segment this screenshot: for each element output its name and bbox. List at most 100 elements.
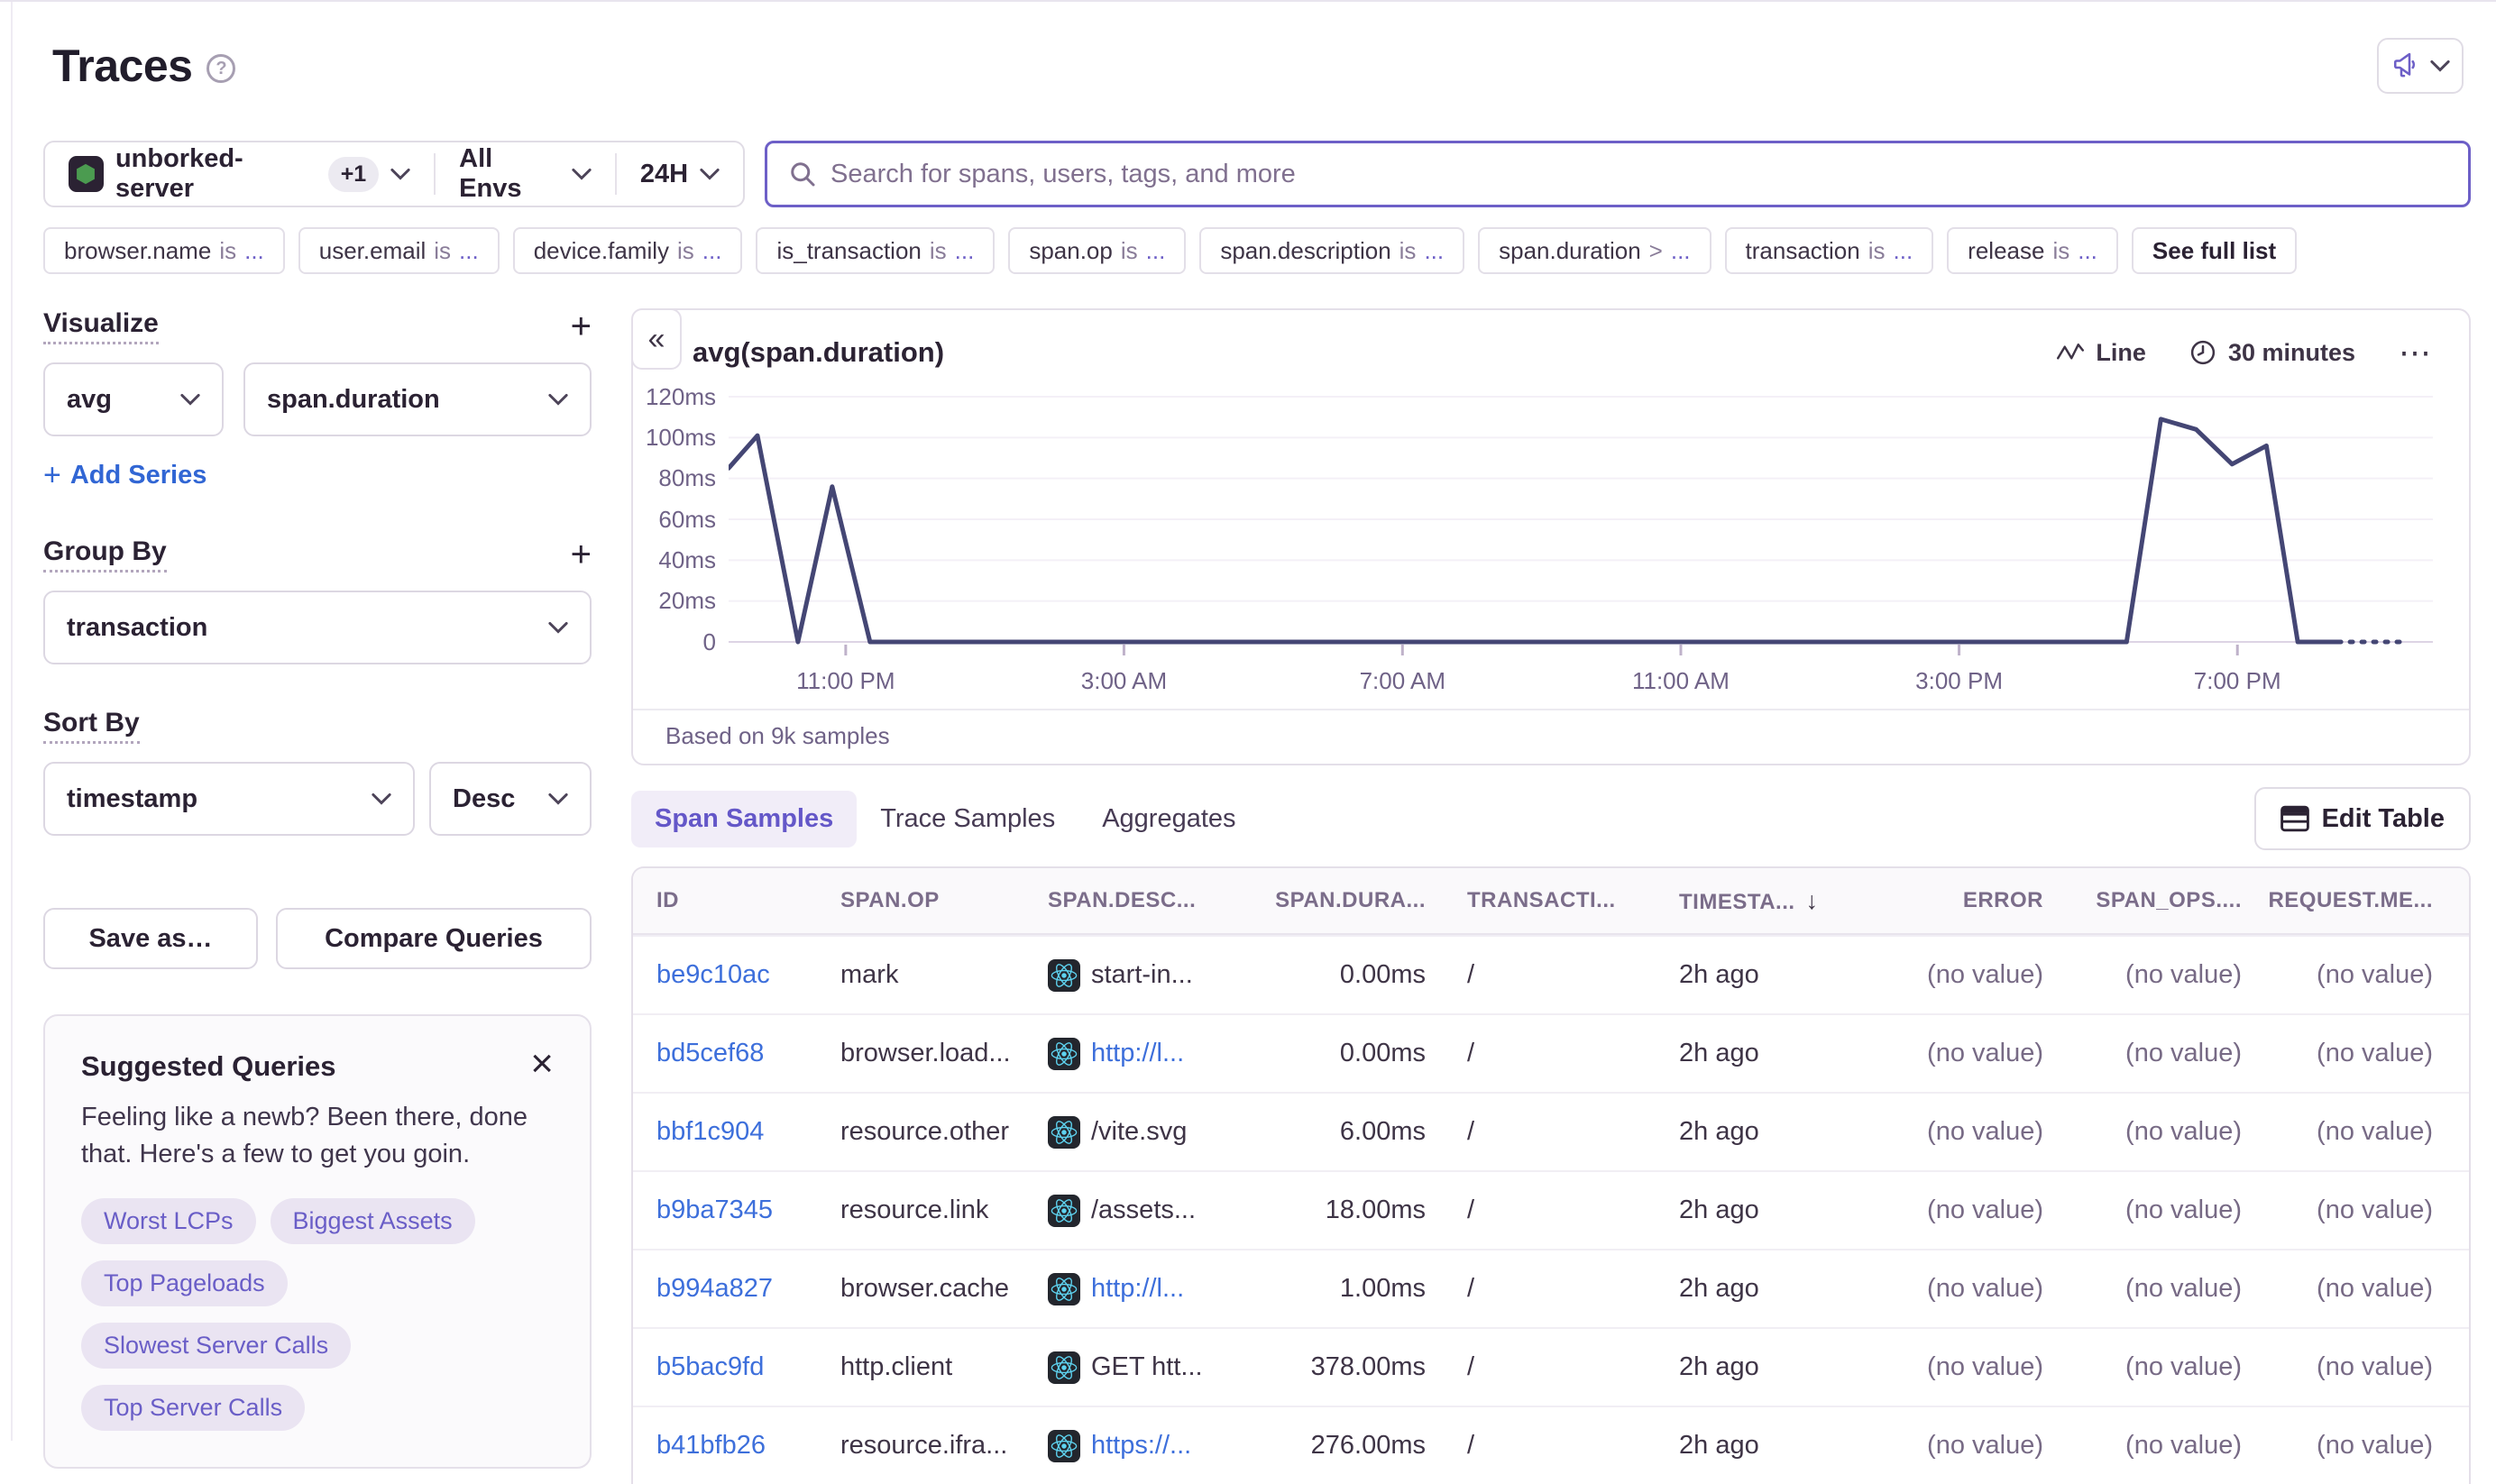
main-column: « avg(span.duration) Line bbox=[631, 308, 2471, 1484]
save-as-button[interactable]: Save as… bbox=[43, 908, 258, 969]
line-chart-icon bbox=[2057, 343, 2084, 362]
add-visualize-button[interactable]: + bbox=[571, 308, 592, 344]
filter-chip[interactable]: span.duration>... bbox=[1478, 227, 1711, 274]
y-axis-labels: 120ms 100ms 80ms 60ms 40ms 20ms 0 bbox=[633, 379, 729, 664]
project-extra-badge: +1 bbox=[328, 157, 380, 192]
column-header-request-method[interactable]: REQUEST.ME... bbox=[2256, 888, 2469, 913]
environment-select[interactable]: All Envs bbox=[436, 142, 615, 206]
suggested-query-chip[interactable]: Biggest Assets bbox=[271, 1198, 475, 1244]
line-chart bbox=[729, 379, 2433, 664]
page-title: Traces bbox=[52, 40, 192, 92]
timestamp[interactable]: 2h ago bbox=[1679, 1195, 1759, 1225]
chart-interval-select[interactable]: 30 minutes bbox=[2189, 339, 2355, 367]
chart-panel: « avg(span.duration) Line bbox=[631, 308, 2471, 765]
span-id-link[interactable]: bbf1c904 bbox=[633, 1117, 840, 1147]
timestamp[interactable]: 2h ago bbox=[1679, 1431, 1759, 1461]
filter-chip[interactable]: device.familyis... bbox=[513, 227, 743, 274]
span-id-link[interactable]: b41bfb26 bbox=[633, 1431, 840, 1461]
megaphone-icon bbox=[2390, 49, 2423, 84]
see-full-list-button[interactable]: See full list bbox=[2132, 227, 2297, 274]
help-icon[interactable]: ? bbox=[206, 54, 235, 83]
filter-chip[interactable]: is_transactionis... bbox=[756, 227, 995, 274]
field-select[interactable]: span.duration bbox=[243, 362, 592, 436]
filter-row: unborked-server +1 All Envs 24H bbox=[43, 141, 2471, 207]
whats-new-button[interactable] bbox=[2377, 38, 2464, 94]
collapse-sidebar-button[interactable]: « bbox=[631, 308, 682, 370]
column-header-span-op[interactable]: SPAN.OP bbox=[840, 888, 1048, 913]
column-header-timestamp[interactable]: TIMESTA...↓ bbox=[1656, 887, 1859, 915]
span-description-link[interactable]: https://... bbox=[1091, 1431, 1191, 1461]
column-header-transaction[interactable]: TRANSACTI... bbox=[1440, 888, 1656, 913]
column-header-id[interactable]: ID bbox=[633, 888, 840, 913]
tab-trace-samples[interactable]: Trace Samples bbox=[857, 791, 1078, 847]
filter-chip[interactable]: user.emailis... bbox=[298, 227, 500, 274]
chart-plot[interactable]: 11:00 PM3:00 AM7:00 AM11:00 AM3:00 PM7:0… bbox=[729, 379, 2433, 707]
column-header-error[interactable]: ERROR bbox=[1859, 888, 2058, 913]
column-header-span-duration[interactable]: SPAN.DURA... bbox=[1269, 888, 1440, 913]
plus-icon: + bbox=[43, 458, 61, 493]
x-axis-tick-label: 11:00 AM bbox=[1632, 667, 1730, 695]
span-id-link[interactable]: b9ba7345 bbox=[633, 1195, 840, 1225]
table-row: b41bfb26 resource.ifra... https://... 27… bbox=[633, 1406, 2469, 1484]
suggested-query-chip[interactable]: Top Server Calls bbox=[81, 1385, 305, 1431]
chevron-down-icon bbox=[180, 393, 200, 406]
suggested-query-chip[interactable]: Top Pageloads bbox=[81, 1260, 288, 1306]
column-header-span-description[interactable]: SPAN.DESC... bbox=[1048, 888, 1269, 913]
sort-field-select[interactable]: timestamp bbox=[43, 762, 415, 836]
filter-chip[interactable]: span.opis... bbox=[1008, 227, 1186, 274]
chart-menu-button[interactable]: ⋯ bbox=[2399, 334, 2433, 371]
column-header-span-ops[interactable]: SPAN_OPS.... bbox=[2058, 888, 2256, 913]
filter-chip[interactable]: span.descriptionis... bbox=[1199, 227, 1464, 274]
x-axis-tick-label: 7:00 PM bbox=[2194, 667, 2281, 695]
time-range-value: 24H bbox=[640, 160, 688, 189]
project-select[interactable]: unborked-server +1 bbox=[45, 142, 434, 206]
compare-queries-button[interactable]: Compare Queries bbox=[276, 908, 592, 969]
suggested-queries-card: Suggested Queries × Feeling like a newb?… bbox=[43, 1014, 592, 1469]
suggested-query-chip[interactable]: Worst LCPs bbox=[81, 1198, 256, 1244]
samples-note: Based on 9k samples bbox=[633, 709, 2469, 764]
tab-span-samples[interactable]: Span Samples bbox=[631, 791, 857, 847]
timestamp[interactable]: 2h ago bbox=[1679, 1039, 1759, 1068]
chevron-down-icon bbox=[2430, 60, 2450, 72]
search-icon bbox=[789, 160, 816, 188]
suggested-query-chip[interactable]: Slowest Server Calls bbox=[81, 1323, 351, 1369]
span-id-link[interactable]: b994a827 bbox=[633, 1274, 840, 1304]
edit-table-button[interactable]: Edit Table bbox=[2254, 787, 2471, 850]
group-by-select[interactable]: transaction bbox=[43, 591, 592, 664]
chevron-down-icon bbox=[548, 621, 568, 634]
clock-icon bbox=[2189, 339, 2216, 366]
add-series-button[interactable]: + Add Series bbox=[43, 458, 592, 493]
react-project-icon bbox=[1048, 1430, 1080, 1462]
sort-direction-select[interactable]: Desc bbox=[429, 762, 592, 836]
filter-chip[interactable]: transactionis... bbox=[1725, 227, 1934, 274]
project-name: unborked-server bbox=[115, 144, 317, 204]
filter-chip[interactable]: releaseis... bbox=[1947, 227, 2118, 274]
react-project-icon bbox=[1048, 1351, 1080, 1384]
aggregate-select[interactable]: avg bbox=[43, 362, 224, 436]
span-id-link[interactable]: b5bac9fd bbox=[633, 1352, 840, 1382]
page-filter-bar: unborked-server +1 All Envs 24H bbox=[43, 141, 745, 207]
timestamp[interactable]: 2h ago bbox=[1679, 960, 1759, 990]
filter-chip[interactable]: browser.nameis... bbox=[43, 227, 285, 274]
timestamp[interactable]: 2h ago bbox=[1679, 1274, 1759, 1304]
span-id-link[interactable]: bd5cef68 bbox=[633, 1039, 840, 1068]
add-group-by-button[interactable]: + bbox=[571, 536, 592, 573]
suggested-queries-title: Suggested Queries bbox=[81, 1050, 336, 1083]
chart-type-select[interactable]: Line bbox=[2057, 339, 2146, 367]
content: Visualize + avg span.duration + Add Seri… bbox=[43, 308, 2471, 1484]
span-description-link[interactable]: http://l... bbox=[1091, 1274, 1184, 1304]
span-description: /assets... bbox=[1091, 1195, 1196, 1225]
search-input[interactable] bbox=[830, 160, 2446, 189]
table-row: bd5cef68 browser.load... http://l... 0.0… bbox=[633, 1013, 2469, 1092]
timestamp[interactable]: 2h ago bbox=[1679, 1117, 1759, 1147]
span-id-link[interactable]: be9c10ac bbox=[633, 960, 840, 990]
group-by-label: Group By bbox=[43, 536, 167, 573]
timestamp[interactable]: 2h ago bbox=[1679, 1352, 1759, 1382]
close-icon[interactable]: × bbox=[530, 1050, 554, 1078]
table-row: b5bac9fd http.client GET htt... 378.00ms… bbox=[633, 1327, 2469, 1406]
tab-aggregates[interactable]: Aggregates bbox=[1078, 791, 1259, 847]
react-project-icon bbox=[1048, 1273, 1080, 1305]
time-range-select[interactable]: 24H bbox=[617, 142, 743, 206]
span-description-link[interactable]: http://l... bbox=[1091, 1039, 1184, 1068]
environment-value: All Envs bbox=[459, 144, 560, 204]
